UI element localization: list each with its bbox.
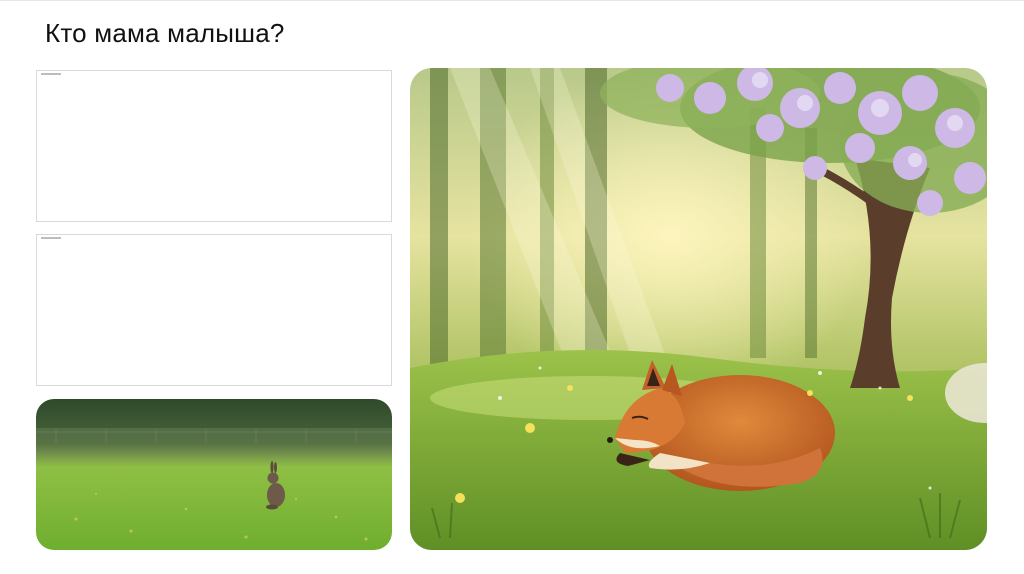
corner-mark xyxy=(36,370,52,386)
corner-mark xyxy=(36,234,52,250)
rabbit-image xyxy=(36,399,392,550)
placeholder-panel-1[interactable] xyxy=(36,70,392,222)
placeholder-panel-2[interactable] xyxy=(36,234,392,386)
corner-mark xyxy=(376,70,392,86)
corner-mark xyxy=(376,234,392,250)
corner-mark xyxy=(376,370,392,386)
fox-illustration[interactable] xyxy=(410,68,987,550)
corner-mark xyxy=(36,206,52,222)
corner-mark xyxy=(376,206,392,222)
corner-mark xyxy=(36,70,52,86)
fox-image xyxy=(410,68,987,550)
rabbit-photo[interactable] xyxy=(36,399,392,550)
top-divider xyxy=(0,0,1024,1)
slide-title: Кто мама малыша? xyxy=(45,18,285,48)
